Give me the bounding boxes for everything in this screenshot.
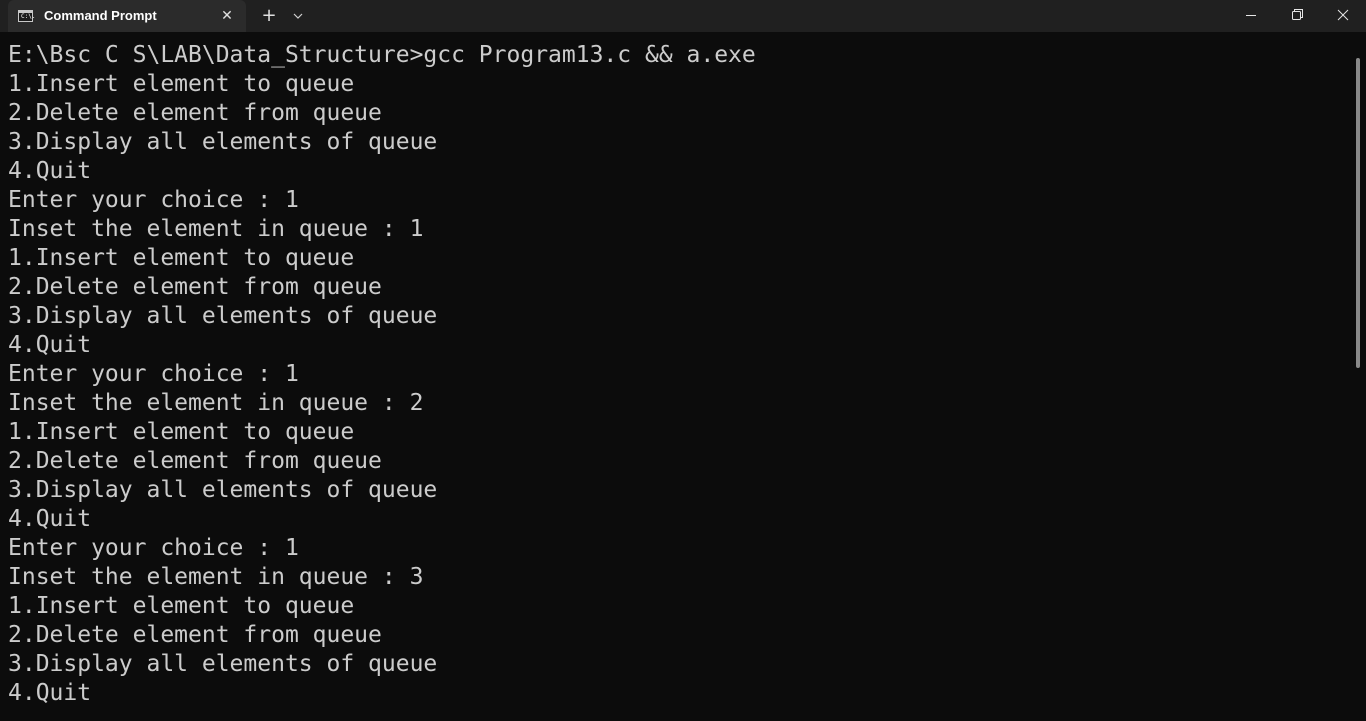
console-line: Inset the element in queue : 3 xyxy=(8,564,424,590)
console-line: 3.Display all elements of queue xyxy=(8,303,438,329)
console-line: 1.Insert element to queue xyxy=(8,593,355,619)
console-line: 4.Quit xyxy=(8,158,92,184)
terminal-window: C:\. Command Prompt ✕ + E:\Bsc C S\LAB\D… xyxy=(0,0,1366,721)
console-line: 1.Insert element to queue xyxy=(8,245,355,271)
console-line: Inset the element in queue : 1 xyxy=(8,216,424,242)
console-line: 3.Display all elements of queue xyxy=(8,129,438,155)
console-line: 1.Insert element to queue xyxy=(8,419,355,445)
tab-command-prompt[interactable]: C:\. Command Prompt ✕ xyxy=(8,0,246,32)
console-line: 4.Quit xyxy=(8,680,92,706)
console-line: Enter your choice : 1 xyxy=(8,361,299,387)
title-bar[interactable]: C:\. Command Prompt ✕ + xyxy=(0,0,1366,32)
minimize-icon[interactable] xyxy=(1228,0,1274,32)
console-line: 4.Quit xyxy=(8,506,92,532)
console-line: Inset the element in queue : 2 xyxy=(8,390,424,416)
console-line: E:\Bsc C S\LAB\Data_Structure>gcc Progra… xyxy=(8,42,756,68)
console-line: 3.Display all elements of queue xyxy=(8,651,438,677)
scrollbar[interactable] xyxy=(1356,58,1360,368)
close-window-icon[interactable] xyxy=(1320,0,1366,32)
console-line: Enter your choice : 1 xyxy=(8,535,299,561)
console-line: 4.Quit xyxy=(8,332,92,358)
console-line: 2.Delete element from queue xyxy=(8,100,382,126)
console-line: 2.Delete element from queue xyxy=(8,448,382,474)
console-line: 3.Display all elements of queue xyxy=(8,477,438,503)
console-line: 2.Delete element from queue xyxy=(8,274,382,300)
close-icon[interactable]: ✕ xyxy=(215,4,239,28)
console-line: Enter your choice : 1 xyxy=(8,187,299,213)
console-line: 2.Delete element from queue xyxy=(8,622,382,648)
chevron-down-icon[interactable] xyxy=(287,4,309,28)
console-output[interactable]: E:\Bsc C S\LAB\Data_Structure>gcc Progra… xyxy=(8,41,1348,708)
plus-icon[interactable]: + xyxy=(257,4,281,28)
cmd-icon: C:\. xyxy=(18,10,35,22)
maximize-icon[interactable] xyxy=(1274,0,1320,32)
console-line: 1.Insert element to queue xyxy=(8,71,355,97)
tab-title: Command Prompt xyxy=(44,8,157,23)
